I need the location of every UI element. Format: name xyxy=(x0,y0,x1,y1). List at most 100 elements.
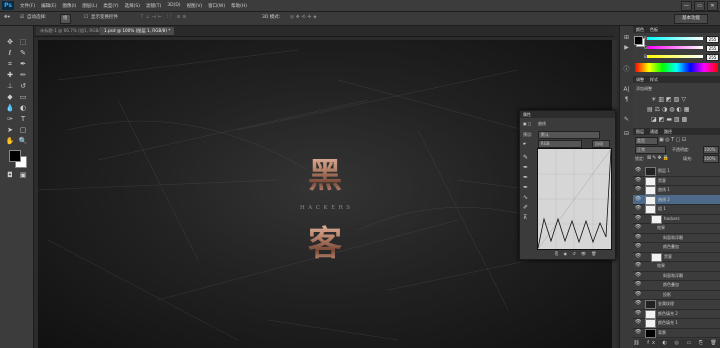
crop-tool-icon[interactable]: ⌗ xyxy=(4,59,16,69)
quick-select-icon[interactable]: ✎ xyxy=(17,48,29,58)
foreground-color-swatch-front[interactable] xyxy=(9,150,21,162)
lock-icons[interactable]: ⊠✎✥🔒 xyxy=(647,155,670,161)
visibility-eye-icon[interactable]: 👁 xyxy=(635,328,641,338)
color-panel-fg-swatch[interactable] xyxy=(634,36,643,45)
healing-brush-icon[interactable]: ✚ xyxy=(4,70,16,80)
paragraph-panel-icon[interactable]: ¶ xyxy=(622,96,631,104)
hand-adjust-icon[interactable]: ☛ xyxy=(523,141,527,146)
show-transform-checkbox[interactable]: ☐ xyxy=(84,14,88,22)
menu-image[interactable]: 图像(I) xyxy=(59,3,79,9)
layers-footer-icons[interactable]: ⛓ fx ◐ ◎ ▭ ⎘ 🗑 xyxy=(633,339,720,348)
visibility-eye-icon[interactable]: 👁 xyxy=(635,290,641,300)
b-value[interactable]: 255 xyxy=(706,54,719,61)
menu-filter[interactable]: 滤镜(T) xyxy=(143,3,164,9)
visibility-eye-icon[interactable]: 👁 xyxy=(635,271,641,281)
eyedropper-icon[interactable]: ✒ xyxy=(17,59,29,69)
tab-styles[interactable]: 样式 xyxy=(647,77,661,82)
menu-file[interactable]: 文件(F) xyxy=(17,3,38,9)
g-value[interactable]: 255 xyxy=(706,45,719,52)
color-spectrum[interactable] xyxy=(635,63,718,72)
menu-3d[interactable]: 3D(D) xyxy=(164,3,183,8)
marquee-tool-icon[interactable]: ⬚ xyxy=(17,37,29,47)
visibility-eye-icon[interactable]: 👁 xyxy=(635,185,641,195)
visibility-eye-icon[interactable]: 👁 xyxy=(635,233,641,243)
auto-select-checkbox[interactable]: ☑ xyxy=(20,14,24,22)
layer-kind-filter[interactable]: 类型 xyxy=(635,137,658,145)
layer-filter-icons[interactable]: ▣◎T▢⊡ xyxy=(659,137,688,143)
visibility-eye-icon[interactable]: 👁 xyxy=(635,176,641,186)
tab-layers[interactable]: 图层 xyxy=(633,129,647,134)
blur-tool-icon[interactable]: 💧 xyxy=(4,103,16,113)
visibility-eye-icon[interactable]: 👁 xyxy=(635,214,641,224)
workspace-switcher[interactable]: 基本功能 xyxy=(674,14,708,24)
minimize-button[interactable]: — xyxy=(681,1,692,11)
tab-paths[interactable]: 路径 xyxy=(661,129,675,134)
preset-dropdown[interactable]: 默认 xyxy=(538,131,600,139)
menu-select[interactable]: 选择(S) xyxy=(122,3,143,9)
pen-tool-icon[interactable]: ✑ xyxy=(4,114,16,124)
b-slider[interactable] xyxy=(647,55,703,58)
close-button[interactable]: ✕ xyxy=(707,1,718,11)
visibility-eye-icon[interactable]: 👁 xyxy=(635,223,641,233)
visibility-eye-icon[interactable]: 👁 xyxy=(635,252,641,262)
zoom-tool-icon[interactable]: 🔍 xyxy=(17,136,29,146)
menu-layer[interactable]: 图层(L) xyxy=(79,3,100,9)
shape-tool-icon[interactable]: ▢ xyxy=(17,125,29,135)
layer-row[interactable]: 👁 背景 xyxy=(633,328,720,338)
3d-mode-icons[interactable]: ◎✥⟲✣◈ xyxy=(290,14,319,22)
screen-mode-icon[interactable]: ▣ xyxy=(17,170,29,180)
visibility-eye-icon[interactable]: 👁 xyxy=(635,318,641,328)
properties-panel-icon[interactable]: ⊟ xyxy=(622,130,631,138)
fill-field[interactable]: 100% xyxy=(703,155,719,163)
type-tool-icon[interactable]: T xyxy=(17,114,29,124)
move-tool-icon[interactable]: ✥▾ xyxy=(4,14,10,22)
curves-graph[interactable] xyxy=(537,148,612,250)
history-brush-icon[interactable]: ↺ xyxy=(17,81,29,91)
adjustment-icons-row-2[interactable]: ▤⚖◑◍◐▦ xyxy=(647,106,691,113)
move-tool-icon[interactable]: ✥ xyxy=(4,37,16,47)
info-panel-icon[interactable]: ⓘ xyxy=(622,66,631,74)
actions-panel-icon[interactable]: ▶ xyxy=(622,44,631,52)
visibility-eye-icon[interactable]: 👁 xyxy=(635,280,641,290)
menu-help[interactable]: 帮助(H) xyxy=(228,3,250,9)
menu-window[interactable]: 窗口(W) xyxy=(205,3,228,9)
menu-type[interactable]: 类型(Y) xyxy=(100,3,121,9)
auto-button[interactable]: 自动 xyxy=(592,140,610,148)
visibility-eye-icon[interactable]: 👁 xyxy=(635,242,641,252)
auto-select-dropdown[interactable]: 组 xyxy=(60,14,71,24)
r-slider[interactable] xyxy=(647,37,703,40)
tab-color[interactable]: 颜色 xyxy=(633,27,647,32)
brush-tool-icon[interactable]: ✏ xyxy=(17,70,29,80)
r-value[interactable]: 255 xyxy=(706,36,719,43)
gradient-tool-icon[interactable]: ▭ xyxy=(17,92,29,102)
clone-stamp-icon[interactable]: ⊥ xyxy=(4,81,16,91)
visibility-eye-icon[interactable]: 👁 xyxy=(635,299,641,309)
history-panel-icon[interactable]: ⊞ xyxy=(622,34,631,42)
g-slider[interactable] xyxy=(647,46,703,49)
opacity-field[interactable]: 100% xyxy=(703,146,719,154)
character-panel-icon[interactable]: A| xyxy=(622,86,631,94)
blend-mode-dropdown[interactable]: 正常 xyxy=(635,146,666,154)
visibility-eye-icon[interactable]: 👁 xyxy=(635,261,641,271)
menu-view[interactable]: 视图(V) xyxy=(184,3,206,9)
menu-edit[interactable]: 编辑(E) xyxy=(38,3,59,9)
curve-tool-icons[interactable]: ✎ ✒ ✒ ✒ ∿ ✐ ⊼ xyxy=(523,153,528,223)
tab-adjustments[interactable]: 调整 xyxy=(633,77,647,82)
visibility-eye-icon[interactable]: 👁 xyxy=(635,204,641,214)
tab-1-psd[interactable]: 1.psd @ 100% (图层 1, RGB/8) * xyxy=(100,27,175,35)
eraser-icon[interactable]: ◆ xyxy=(4,92,16,102)
quick-mask-icon[interactable]: ◘ xyxy=(4,170,16,180)
align-icons[interactable]: ⊤⊥⊣⊢ ⫶⫶ ≡≡ xyxy=(140,14,188,22)
tab-channels[interactable]: 通道 xyxy=(647,129,661,134)
path-select-icon[interactable]: ➤ xyxy=(4,125,16,135)
dodge-tool-icon[interactable]: ◐ xyxy=(17,103,29,113)
hand-tool-icon[interactable]: ✋ xyxy=(4,136,16,146)
maximize-button[interactable]: ▭ xyxy=(694,1,705,11)
adjustment-icons-row-1[interactable]: ☀▥◩▨▽ xyxy=(651,96,688,103)
visibility-eye-icon[interactable]: 👁 xyxy=(635,309,641,319)
visibility-eye-icon[interactable]: 👁 xyxy=(635,166,641,176)
channel-dropdown[interactable]: RGB xyxy=(538,140,582,148)
tab-swatches[interactable]: 色板 xyxy=(647,27,661,32)
curves-footer-icons[interactable]: ⎘ ◉ ↺ 👁 🗑 xyxy=(555,251,598,256)
lasso-tool-icon[interactable]: ℓ xyxy=(4,48,16,58)
